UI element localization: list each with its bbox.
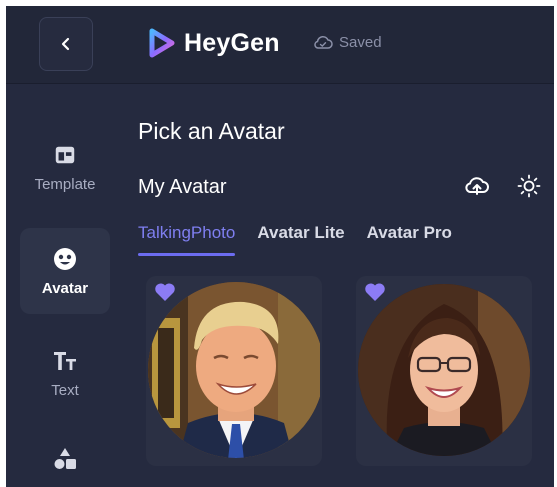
section-title: My Avatar <box>138 176 227 198</box>
sidebar: Template Avatar Text <box>6 84 124 487</box>
sidebar-item-avatar[interactable]: Avatar <box>20 228 110 314</box>
tab-avatar-lite[interactable]: Avatar Lite <box>257 222 344 256</box>
back-button[interactable] <box>39 17 93 71</box>
text-icon <box>52 348 78 374</box>
tab-talkingphoto[interactable]: TalkingPhoto <box>138 222 236 256</box>
avatar-card[interactable] <box>356 276 532 466</box>
panel-title: Pick an Avatar <box>138 118 285 144</box>
sidebar-item-elements[interactable] <box>20 432 110 487</box>
heygen-logo-icon <box>149 28 175 58</box>
cloud-check-icon <box>314 35 333 49</box>
app-window: HeyGen Saved Template Avatar Text Pick a… <box>6 6 554 487</box>
chevron-left-icon <box>61 37 70 51</box>
sun-icon[interactable] <box>516 173 542 199</box>
cloud-upload-icon[interactable] <box>464 173 490 199</box>
template-icon <box>52 142 78 168</box>
avatar-portrait-image <box>148 282 320 458</box>
sidebar-item-label: Text <box>51 381 79 399</box>
sidebar-item-template[interactable]: Template <box>20 124 110 210</box>
save-status-label: Saved <box>339 34 382 51</box>
heart-icon[interactable] <box>364 282 386 302</box>
sidebar-item-text[interactable]: Text <box>20 330 110 416</box>
sidebar-item-label: Avatar <box>41 279 89 297</box>
avatar-card[interactable] <box>146 276 322 466</box>
top-bar: HeyGen Saved <box>6 6 554 84</box>
save-status: Saved <box>313 34 382 51</box>
brand-name: HeyGen <box>184 29 280 57</box>
elements-icon <box>52 446 78 472</box>
avatar-type-tabs: TalkingPhoto Avatar Lite Avatar Pro <box>138 222 474 262</box>
avatar-portrait-image <box>358 284 530 456</box>
heart-icon[interactable] <box>154 282 176 302</box>
sidebar-item-label: Template <box>34 175 96 193</box>
tab-avatar-pro[interactable]: Avatar Pro <box>367 222 452 256</box>
avatar-panel: Pick an Avatar My Avatar TalkingPhoto Av… <box>124 84 554 487</box>
avatar-icon <box>52 246 78 272</box>
